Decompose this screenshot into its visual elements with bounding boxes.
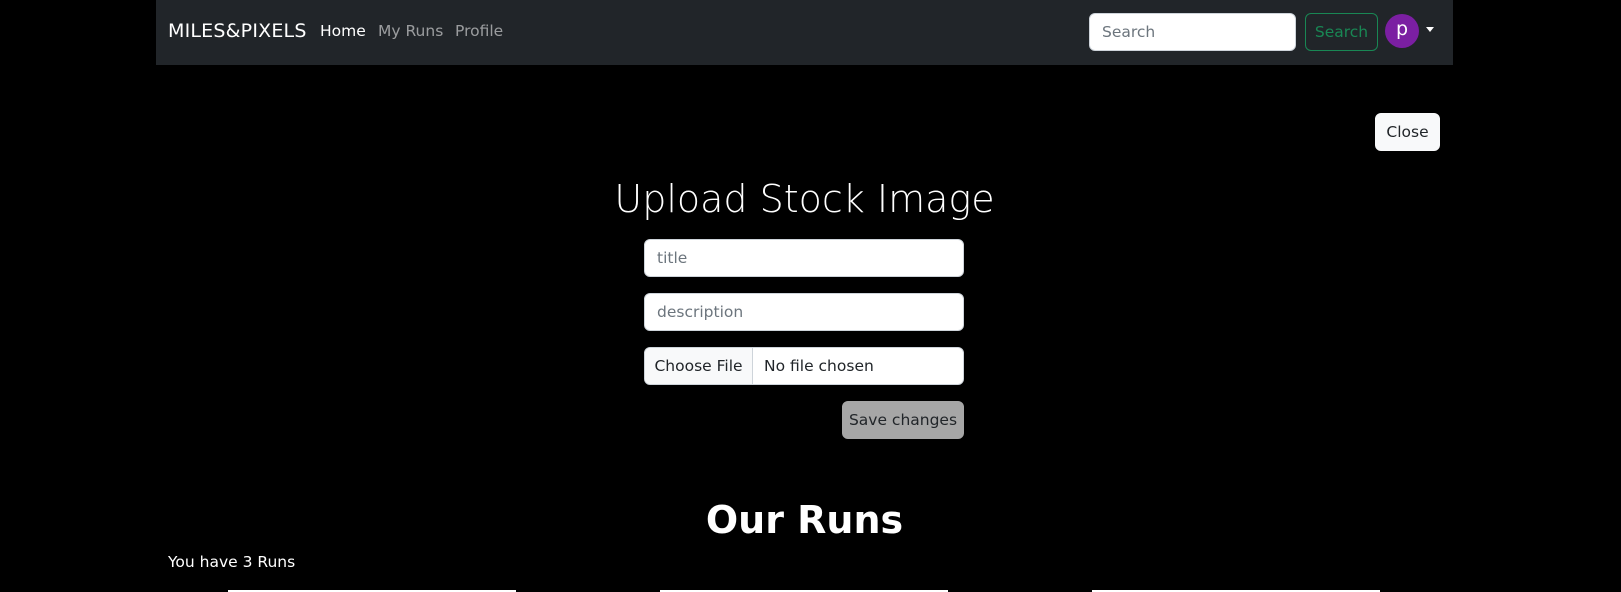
save-changes-button[interactable]: Save changes: [842, 401, 964, 439]
nav-link-profile[interactable]: Profile: [455, 22, 503, 40]
title-input[interactable]: [644, 239, 964, 277]
avatar[interactable]: p: [1385, 14, 1419, 48]
close-button[interactable]: Close: [1375, 113, 1440, 151]
caret-down-icon[interactable]: [1426, 27, 1434, 32]
nav-link-my-runs[interactable]: My Runs: [378, 22, 443, 40]
top-navbar: MILES&PIXELS Home My Runs Profile Search…: [156, 0, 1453, 65]
file-input[interactable]: Choose File No file chosen: [644, 347, 964, 385]
search-input[interactable]: [1089, 13, 1296, 51]
description-input[interactable]: [644, 293, 964, 331]
runs-heading: Our Runs: [705, 498, 904, 542]
nav-link-home[interactable]: Home: [320, 22, 366, 40]
brand-logo[interactable]: MILES&PIXELS: [168, 20, 307, 42]
runs-count: You have 3 Runs: [168, 553, 296, 571]
upload-title: Upload Stock Image: [614, 177, 995, 221]
page-container: MILES&PIXELS Home My Runs Profile Search…: [156, 0, 1453, 592]
file-status: No file chosen: [764, 357, 874, 375]
user-menu-toggle[interactable]: p: [1385, 14, 1445, 50]
choose-file-button[interactable]: Choose File: [645, 348, 753, 384]
search-button[interactable]: Search: [1305, 13, 1378, 51]
